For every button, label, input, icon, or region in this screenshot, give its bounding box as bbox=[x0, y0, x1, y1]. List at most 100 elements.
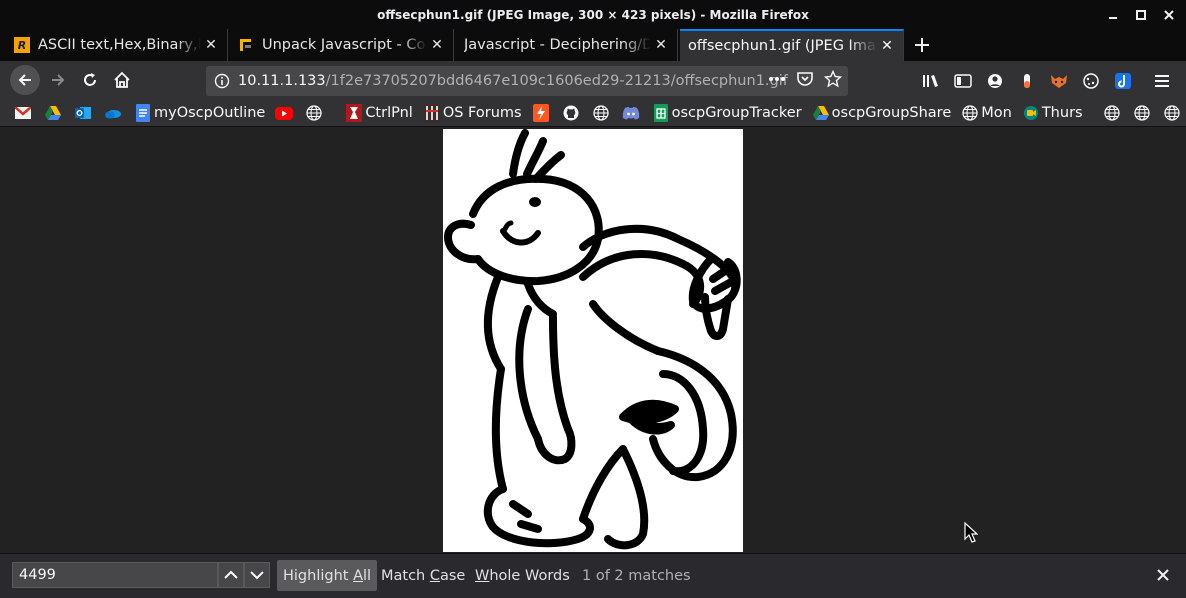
displayed-gif-image bbox=[443, 129, 743, 552]
google-drive-icon bbox=[812, 104, 830, 122]
tab-ascii-text[interactable]: R ASCII text,Hex,Binary,Decimal ✕ bbox=[6, 29, 228, 61]
find-input[interactable]: 4499 bbox=[12, 562, 218, 588]
bookmark-youtube[interactable] bbox=[275, 104, 295, 122]
bookmark-thurs[interactable]: Thurs bbox=[1022, 104, 1083, 122]
bookmark-label: oscpGroupTracker bbox=[671, 105, 802, 121]
match-case-label-suffix: ase bbox=[439, 567, 466, 584]
bookmark-ctrlpnl[interactable]: CtrlPnl bbox=[345, 104, 413, 122]
bookmark-globe-4[interactable] bbox=[1133, 104, 1153, 122]
chevron-down-icon bbox=[250, 571, 264, 580]
foxyproxy-icon[interactable] bbox=[1048, 70, 1070, 92]
globe-icon bbox=[1163, 104, 1181, 122]
match-case-label-accesskey: C bbox=[429, 567, 440, 584]
library-icon[interactable] bbox=[920, 70, 942, 92]
cookie-icon[interactable] bbox=[1080, 70, 1102, 92]
bookmark-onedrive[interactable] bbox=[104, 104, 124, 122]
globe-icon bbox=[305, 104, 323, 122]
globe-icon bbox=[592, 104, 610, 122]
sidebar-icon[interactable] bbox=[952, 70, 974, 92]
site-info-icon[interactable] bbox=[206, 73, 238, 89]
wappalyzer-icon[interactable] bbox=[1112, 70, 1134, 92]
whole-words-toggle[interactable]: Whole Words bbox=[469, 560, 576, 591]
bookmark-globe-1[interactable] bbox=[305, 104, 325, 122]
bookmark-globe-2[interactable] bbox=[592, 104, 612, 122]
tab-offsecphun1[interactable]: offsecphun1.gif (JPEG Image ✕ bbox=[680, 29, 904, 61]
tab-title: Javascript - Deciphering/Decoding bbox=[464, 37, 651, 53]
extension-pill-icon[interactable] bbox=[1016, 70, 1038, 92]
onedrive-icon bbox=[104, 104, 122, 122]
tab-title: ASCII text,Hex,Binary,Decimal bbox=[38, 37, 201, 53]
account-icon[interactable] bbox=[984, 70, 1006, 92]
close-window-icon[interactable] bbox=[1162, 8, 1176, 22]
close-tab-icon[interactable]: ✕ bbox=[651, 37, 671, 53]
maximize-icon[interactable] bbox=[1134, 8, 1148, 22]
google-sheets-icon bbox=[652, 104, 670, 122]
bookmark-globe-3[interactable] bbox=[1103, 104, 1123, 122]
close-tab-icon[interactable]: ✕ bbox=[877, 38, 897, 54]
arrow-left-icon bbox=[18, 74, 31, 86]
home-button[interactable] bbox=[107, 65, 137, 95]
code-beautify-icon bbox=[238, 37, 254, 53]
whole-words-label-accesskey: W bbox=[475, 567, 490, 584]
bookmark-github[interactable] bbox=[562, 104, 582, 122]
bookmark-outlook[interactable] bbox=[74, 104, 94, 122]
find-match-status: 1 of 2 matches bbox=[582, 567, 691, 584]
find-bar: 4499 Highlight All Match Case Whole Word… bbox=[0, 553, 1186, 598]
close-tab-icon[interactable]: ✕ bbox=[201, 37, 221, 53]
url-bar[interactable]: 10.11.1.133/1f2e73705207bdd6467e109c1606… bbox=[206, 66, 848, 96]
bookmark-globe-5[interactable] bbox=[1163, 104, 1183, 122]
bookmark-star-icon[interactable] bbox=[823, 69, 843, 92]
github-icon bbox=[562, 104, 580, 122]
find-previous-button[interactable] bbox=[218, 562, 244, 588]
youtube-icon bbox=[275, 104, 294, 122]
google-drive-icon bbox=[44, 104, 62, 122]
window-titlebar: offsecphun1.gif (JPEG Image, 300 × 423 p… bbox=[0, 0, 1186, 29]
bookmark-oscpgroupshare[interactable]: oscpGroupShare bbox=[812, 104, 951, 122]
highlight-all-toggle[interactable]: Highlight All bbox=[277, 560, 378, 591]
window-controls bbox=[1106, 0, 1176, 29]
zap-icon bbox=[532, 104, 550, 122]
tab-favicon-r-icon: R bbox=[14, 37, 30, 53]
bookmark-os-forums[interactable]: OS Forums bbox=[423, 104, 522, 122]
reload-button[interactable] bbox=[75, 65, 105, 95]
bookmark-discord[interactable] bbox=[622, 104, 642, 122]
bookmark-oscpgrouptracker[interactable]: oscpGroupTracker bbox=[652, 104, 802, 122]
close-tab-icon[interactable]: ✕ bbox=[427, 37, 447, 53]
page-actions-icon[interactable] bbox=[768, 71, 786, 91]
bookmark-zap[interactable] bbox=[532, 104, 552, 122]
bookmark-google-drive[interactable] bbox=[44, 104, 64, 122]
tab-unpack-javascript[interactable]: Unpack Javascript - Code ✕ bbox=[230, 29, 454, 61]
tab-javascript-deciphering[interactable]: Javascript - Deciphering/Decoding ✕ bbox=[456, 29, 678, 61]
bookmark-gmail[interactable] bbox=[14, 104, 34, 122]
open-menu-button[interactable] bbox=[1150, 69, 1174, 93]
back-button[interactable] bbox=[10, 65, 40, 95]
bookmark-myoscpoutline[interactable]: myOscpOutline bbox=[134, 104, 265, 122]
find-next-button[interactable] bbox=[244, 562, 270, 588]
bookmark-label: CtrlPnl bbox=[365, 105, 413, 121]
arrow-right-icon bbox=[52, 74, 65, 86]
plus-icon bbox=[915, 38, 929, 52]
url-bar-actions bbox=[768, 66, 848, 96]
match-case-toggle[interactable]: Match Case bbox=[375, 560, 471, 591]
forward-button[interactable] bbox=[43, 65, 73, 95]
url-path: /1f2e73705207bdd6467e109c1606ed29-21213/… bbox=[325, 73, 788, 89]
tab-title: Unpack Javascript - Code bbox=[262, 37, 427, 53]
highlight-all-label-accesskey: A bbox=[353, 567, 363, 584]
cartoon-figure-image bbox=[444, 129, 741, 550]
bookmark-label: Mon bbox=[981, 105, 1012, 121]
meet-icon bbox=[1022, 104, 1040, 122]
discord-icon bbox=[622, 104, 640, 122]
bookmark-label: Thurs bbox=[1041, 105, 1083, 121]
minimize-icon[interactable] bbox=[1106, 8, 1120, 22]
pocket-icon[interactable] bbox=[796, 70, 814, 92]
google-docs-icon bbox=[134, 104, 152, 122]
bookmark-label: myOscpOutline bbox=[154, 105, 266, 121]
bookmark-mon[interactable]: Mon bbox=[961, 104, 1012, 122]
tab-strip: R ASCII text,Hex,Binary,Decimal ✕ Unpack… bbox=[0, 29, 1186, 61]
ctrlpnl-icon bbox=[345, 104, 363, 122]
close-find-bar-button[interactable] bbox=[1152, 564, 1174, 586]
mouse-pointer-icon bbox=[964, 521, 979, 548]
url-host: 10.11.1.133 bbox=[238, 73, 326, 89]
bookmark-label: OS Forums bbox=[442, 105, 522, 121]
new-tab-button[interactable] bbox=[908, 29, 936, 61]
